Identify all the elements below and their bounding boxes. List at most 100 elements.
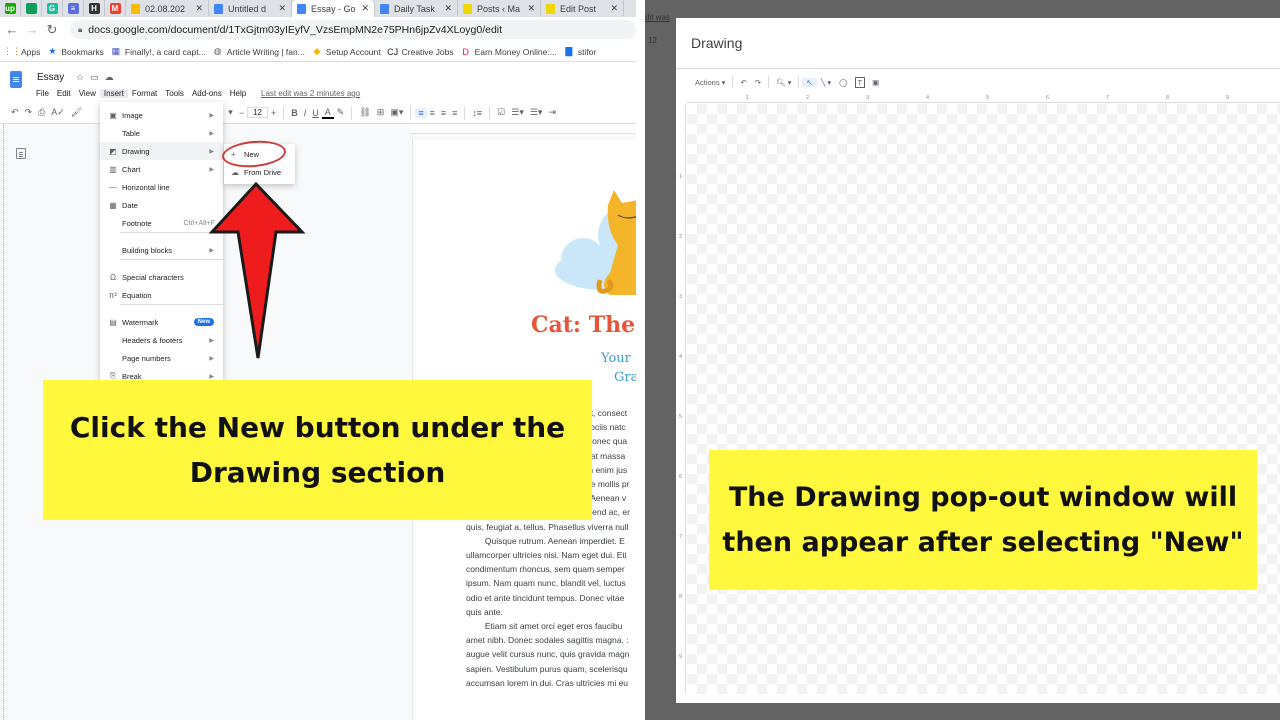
close-tab-icon[interactable]: ✕ bbox=[278, 3, 286, 14]
indent-icon[interactable]: ⇥ bbox=[545, 107, 559, 118]
insert-menu-item-drawing[interactable]: ◩ Drawing ▶ bbox=[100, 142, 223, 160]
menu-format[interactable]: Format bbox=[128, 89, 161, 98]
bookmark-item[interactable]: ◍ Article Writing | fan... bbox=[213, 46, 305, 57]
pinned-tab[interactable]: H bbox=[84, 0, 105, 17]
numbered-list-icon[interactable]: ☰▾ bbox=[527, 107, 546, 118]
document-title[interactable]: Essay bbox=[37, 72, 64, 83]
insert-menu-item-headers-footers[interactable]: Headers & footers ▶ bbox=[100, 331, 223, 349]
docs-logo-icon[interactable] bbox=[10, 71, 22, 88]
menu-help[interactable]: Help bbox=[226, 89, 250, 98]
redo-icon[interactable]: ↷ bbox=[22, 107, 36, 118]
zoom-icon[interactable]: 🔍︎ ▾ bbox=[772, 78, 795, 87]
insert-menu-item-watermark[interactable]: ▤ Watermark New bbox=[100, 313, 223, 331]
checklist-icon[interactable]: ☑ bbox=[494, 107, 508, 118]
horizontal-ruler[interactable] bbox=[410, 124, 636, 134]
pinned-tab[interactable]: ≡ bbox=[63, 0, 84, 17]
link-icon[interactable]: ⛓︎ bbox=[356, 107, 373, 118]
paint-format-icon[interactable]: 🖌︎ bbox=[68, 107, 85, 118]
drawing-from-drive-menu-item[interactable]: ☁ From Drive bbox=[231, 168, 281, 177]
spellcheck-icon[interactable]: A✓ bbox=[48, 107, 68, 118]
underline-icon[interactable]: U bbox=[309, 108, 322, 118]
insert-menu-item-special-characters[interactable]: Ω Special characters bbox=[100, 268, 223, 286]
close-tab-icon[interactable]: ✕ bbox=[361, 3, 369, 14]
menu-view[interactable]: View bbox=[75, 89, 100, 98]
drawing-horizontal-ruler[interactable]: 1 2 3 4 5 6 7 8 9 bbox=[686, 94, 1280, 103]
align-left-icon[interactable]: ≡ bbox=[415, 107, 427, 118]
close-tab-icon[interactable]: ✕ bbox=[195, 3, 203, 14]
menu-tools[interactable]: Tools bbox=[161, 89, 188, 98]
bookmark-item[interactable]: ◆ Setup Account bbox=[312, 46, 380, 57]
menu-edit[interactable]: Edit bbox=[53, 89, 75, 98]
shape-tool-icon[interactable]: ◯ bbox=[835, 78, 851, 87]
menu-addons[interactable]: Add-ons bbox=[188, 89, 226, 98]
align-right-icon[interactable]: ≡ bbox=[438, 108, 449, 118]
insert-menu-item-date[interactable]: ▦ Date bbox=[100, 196, 223, 214]
pinned-tab[interactable]: up bbox=[0, 0, 21, 17]
decrease-font-button[interactable]: − bbox=[236, 108, 247, 118]
increase-font-button[interactable]: + bbox=[268, 108, 279, 118]
pinned-tab[interactable]: G bbox=[42, 0, 63, 17]
redo-icon[interactable]: ↷ bbox=[751, 78, 765, 87]
url-field[interactable]: 🔒︎ docs.google.com/document/d/1TxGjtm03y… bbox=[70, 20, 636, 39]
folder-icon[interactable]: ▭ bbox=[90, 72, 105, 82]
browser-tab[interactable]: 02.08.202 ✕ bbox=[126, 0, 209, 17]
insert-image-icon[interactable]: ▣▾ bbox=[387, 107, 406, 118]
close-tab-icon[interactable]: ✕ bbox=[610, 3, 618, 14]
print-icon[interactable]: ⎙ bbox=[35, 107, 48, 118]
menu-file[interactable]: File bbox=[32, 89, 53, 98]
insert-menu-item-equation[interactable]: π² Equation bbox=[100, 286, 223, 304]
vertical-ruler[interactable] bbox=[0, 124, 4, 720]
last-edit-link[interactable]: Last edit was 2 minutes ago bbox=[261, 89, 360, 98]
insert-menu-item-page-numbers[interactable]: Page numbers ▶ bbox=[100, 349, 223, 367]
highlight-icon[interactable]: ✎ bbox=[334, 107, 348, 118]
bookmark-item[interactable]: ▇ stifor bbox=[564, 46, 596, 57]
bulleted-list-icon[interactable]: ☰▾ bbox=[508, 107, 527, 118]
star-icon[interactable]: ☆ bbox=[76, 72, 90, 82]
italic-icon[interactable]: I bbox=[301, 108, 310, 118]
url-text: docs.google.com/document/d/1TxGjtm03yIEy… bbox=[88, 23, 503, 36]
justify-icon[interactable]: ≡ bbox=[449, 108, 460, 118]
undo-icon[interactable]: ↶ bbox=[736, 78, 750, 87]
font-dropdown-icon[interactable]: ▾ bbox=[225, 107, 236, 118]
insert-menu-item-table[interactable]: Table ▶ bbox=[100, 124, 223, 142]
insert-menu-item-horizontal-line[interactable]: — Horizontal line bbox=[100, 178, 223, 196]
select-cursor-icon[interactable]: ↖ bbox=[802, 77, 817, 87]
back-icon[interactable]: ← bbox=[4, 22, 20, 37]
insert-menu-item-building-blocks[interactable]: Building blocks ▶ bbox=[100, 241, 223, 259]
cloud-icon[interactable]: ☁ bbox=[105, 72, 120, 82]
align-center-icon[interactable]: ≡ bbox=[427, 108, 438, 118]
bookmark-item[interactable]: CJ Creative Jobs bbox=[387, 47, 453, 57]
forward-icon[interactable]: → bbox=[24, 22, 40, 37]
menu-insert[interactable]: Insert bbox=[99, 89, 128, 98]
close-tab-icon[interactable]: ✕ bbox=[527, 3, 535, 14]
browser-tab[interactable]: Daily Task ✕ bbox=[375, 0, 458, 17]
bold-icon[interactable]: B bbox=[288, 108, 301, 118]
insert-menu-item-footnote[interactable]: Footnote Ctrl+Alt+F bbox=[100, 214, 223, 232]
insert-image-icon[interactable]: ▣ bbox=[868, 78, 883, 87]
text-box-icon[interactable]: T bbox=[854, 76, 866, 88]
font-size-field[interactable]: 12 bbox=[247, 107, 268, 118]
line-spacing-icon[interactable]: ↕≡ bbox=[469, 108, 485, 118]
insert-menu-item-image[interactable]: ▣ Image ▶ bbox=[100, 106, 223, 124]
browser-tab[interactable]: Edit Post ✕ bbox=[541, 0, 624, 17]
text-color-icon[interactable]: A bbox=[321, 107, 334, 119]
undo-icon[interactable]: ↶ bbox=[8, 107, 22, 118]
reload-icon[interactable]: ↻ bbox=[44, 22, 60, 38]
pinned-tab[interactable] bbox=[21, 0, 42, 17]
comment-icon[interactable]: ⊞ bbox=[374, 107, 388, 118]
browser-tab[interactable]: Posts ‹ Ma ✕ bbox=[458, 0, 541, 17]
bookmark-item[interactable]: ⋮⋮ Apps bbox=[3, 46, 40, 57]
insert-menu-item-chart[interactable]: ▥ Chart ▶ bbox=[100, 160, 223, 178]
bookmark-item[interactable]: D Earn Money Online:... bbox=[461, 47, 556, 57]
pinned-tab[interactable]: M bbox=[105, 0, 126, 17]
browser-tab[interactable]: Essay - Go ✕ bbox=[292, 0, 375, 17]
actions-menu-button[interactable]: Actions ▾ bbox=[691, 78, 729, 87]
line-tool-icon[interactable]: ╲ ▾ bbox=[817, 78, 835, 87]
document-outline-icon[interactable] bbox=[16, 148, 26, 159]
close-tab-icon[interactable]: ✕ bbox=[444, 3, 452, 14]
bookmark-item[interactable]: ★ Bookmarks bbox=[47, 46, 104, 57]
bookmark-item[interactable]: ▦ Finally!, a card capt... bbox=[111, 46, 206, 57]
drawing-vertical-ruler[interactable]: 1 2 3 4 5 6 7 8 9 bbox=[678, 104, 686, 694]
browser-tab[interactable]: Untitled d ✕ bbox=[209, 0, 292, 17]
drawing-canvas[interactable] bbox=[687, 104, 1280, 694]
